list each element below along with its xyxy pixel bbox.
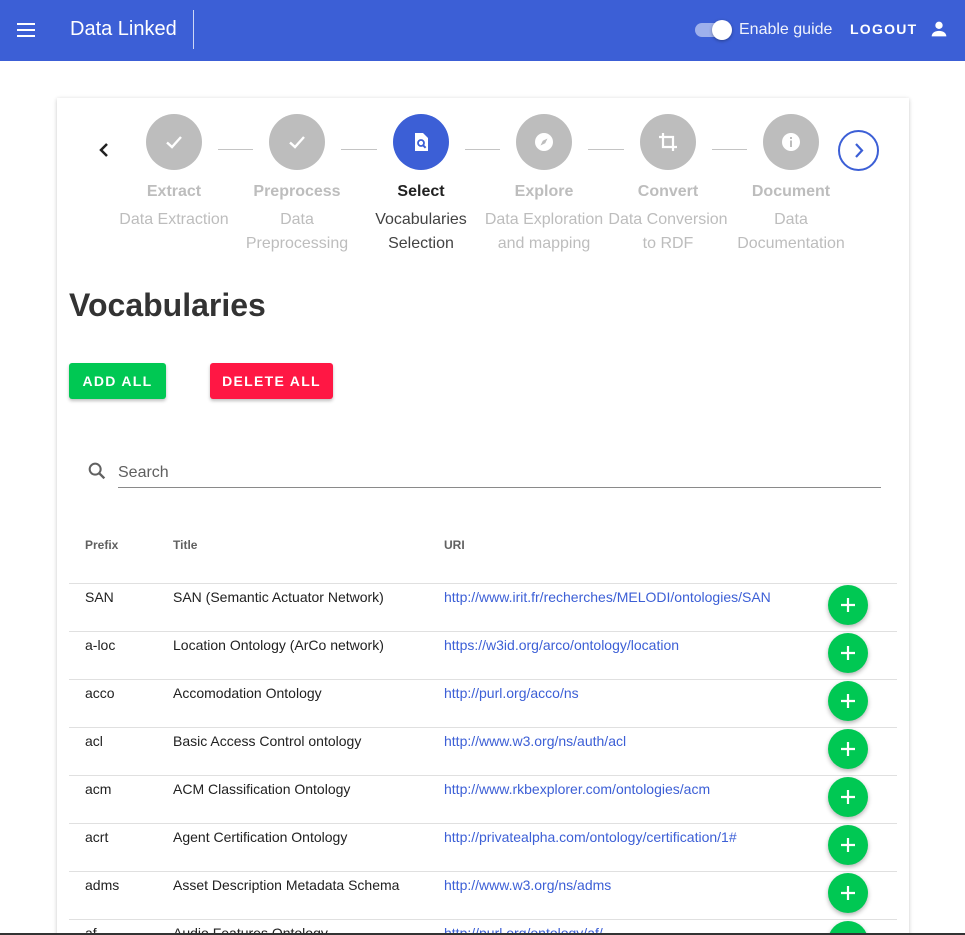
document-search-icon: [415, 133, 428, 151]
plus-icon: [841, 598, 855, 612]
cell-prefix: SAN: [85, 589, 114, 605]
check-icon: [289, 136, 305, 149]
plus-icon: [841, 790, 855, 804]
step-description: Data Documentation: [737, 211, 845, 252]
step-description: Data Exploration and mapping: [484, 211, 604, 252]
table-row: acl Basic Access Control ontology http:/…: [69, 728, 897, 776]
chevron-right-icon[interactable]: [840, 132, 877, 169]
step-extract[interactable]: Extract Data Extraction: [109, 114, 239, 232]
cell-title: Basic Access Control ontology: [173, 733, 362, 749]
delete-all-button[interactable]: DELETE ALL: [210, 363, 333, 399]
cell-uri-link[interactable]: http://www.irit.fr/recherches/MELODI/ont…: [444, 588, 771, 606]
step-name: Document: [751, 183, 831, 200]
cell-uri-link[interactable]: http://privatealpha.com/ontology/certifi…: [444, 828, 737, 846]
title-divider: [193, 10, 194, 49]
table-row: acrt Agent Certification Ontology http:/…: [69, 824, 897, 872]
step-name: Extract: [146, 183, 202, 200]
step-select[interactable]: Select Vocabularies Selection: [356, 114, 486, 256]
plus-icon: [841, 886, 855, 900]
logout-button[interactable]: LOGOUT: [850, 21, 917, 37]
column-header-uri[interactable]: URI: [444, 538, 465, 552]
step-circle: [393, 114, 449, 170]
table-row: a-loc Location Ontology (ArCo network) h…: [69, 632, 897, 680]
step-convert[interactable]: Convert Data Conversion to RDF: [603, 114, 733, 256]
app-title: Data Linked: [70, 18, 177, 40]
cell-title: Agent Certification Ontology: [173, 829, 348, 845]
add-vocabulary-button[interactable]: [828, 777, 868, 817]
add-all-button[interactable]: ADD ALL: [69, 363, 166, 399]
search-icon: [88, 462, 106, 480]
cell-prefix: acrt: [85, 829, 109, 845]
cell-uri-link[interactable]: https://w3id.org/arco/ontology/location: [444, 636, 679, 654]
plus-icon: [841, 646, 855, 660]
crop-icon: [659, 133, 677, 151]
plus-icon: [841, 694, 855, 708]
add-vocabulary-button[interactable]: [828, 633, 868, 673]
info-icon: [782, 133, 800, 151]
cell-title: ACM Classification Ontology: [173, 781, 351, 797]
step-name: Explore: [514, 183, 574, 200]
step-explore[interactable]: Explore Data Exploration and mapping: [479, 114, 609, 256]
person-icon[interactable]: [928, 18, 950, 40]
cell-title: Asset Description Metadata Schema: [173, 877, 400, 893]
cell-uri-link[interactable]: http://www.w3.org/ns/adms: [444, 876, 611, 894]
cell-title: SAN (Semantic Actuator Network): [173, 589, 384, 605]
add-vocabulary-button[interactable]: [828, 585, 868, 625]
plus-icon: [841, 838, 855, 852]
cell-uri-link[interactable]: http://www.rkbexplorer.com/ontologies/ac…: [444, 780, 710, 798]
step-description: Data Extraction: [119, 211, 229, 228]
step-circle: [763, 114, 819, 170]
cell-prefix: a-loc: [85, 637, 116, 653]
step-name: Preprocess: [253, 183, 341, 200]
step-description: Vocabularies Selection: [375, 211, 467, 252]
guide-label: Enable guide: [739, 21, 833, 38]
step-preprocess[interactable]: Preprocess Data Preprocessing: [232, 114, 362, 256]
table-row: acco Accomodation Ontology http://purl.o…: [69, 680, 897, 728]
plus-icon: [841, 742, 855, 756]
switch-thumb[interactable]: [712, 20, 732, 40]
column-header-title[interactable]: Title: [173, 538, 197, 552]
stepper-next-button[interactable]: [838, 130, 879, 171]
cell-prefix: adms: [85, 877, 120, 893]
add-vocabulary-button[interactable]: [828, 825, 868, 865]
cell-prefix: acm: [85, 781, 112, 797]
check-icon: [166, 136, 182, 149]
step-document[interactable]: Document Data Documentation: [726, 114, 856, 256]
cell-prefix: acco: [85, 685, 115, 701]
cell-prefix: acl: [85, 733, 103, 749]
table-row: adms Asset Description Metadata Schema h…: [69, 872, 897, 920]
add-vocabulary-button[interactable]: [828, 681, 868, 721]
step-circle: [146, 114, 202, 170]
cell-title: Accomodation Ontology: [173, 685, 322, 701]
cell-uri-link[interactable]: http://purl.org/acco/ns: [444, 684, 579, 702]
step-description: Data Conversion to RDF: [608, 211, 728, 252]
page-title: Vocabularies: [69, 287, 266, 323]
step-name: Select: [397, 183, 445, 200]
cell-title: Location Ontology (ArCo network): [173, 637, 384, 653]
step-circle: [269, 114, 325, 170]
step-name: Convert: [637, 183, 699, 200]
add-vocabulary-button[interactable]: [828, 729, 868, 769]
step-circle: [516, 114, 572, 170]
table-row: SAN SAN (Semantic Actuator Network) http…: [69, 584, 897, 632]
table-row: acm ACM Classification Ontology http://w…: [69, 776, 897, 824]
step-description: Data Preprocessing: [245, 211, 349, 252]
app-bar: Data Linked Enable guide LOGOUT: [0, 0, 965, 61]
search-input[interactable]: [118, 458, 881, 488]
compass-icon: [535, 133, 553, 151]
menu-icon[interactable]: [12, 16, 40, 44]
add-vocabulary-button[interactable]: [828, 873, 868, 913]
step-circle: [640, 114, 696, 170]
cell-uri-link[interactable]: http://www.w3.org/ns/auth/acl: [444, 732, 626, 750]
column-header-prefix[interactable]: Prefix: [85, 538, 118, 552]
